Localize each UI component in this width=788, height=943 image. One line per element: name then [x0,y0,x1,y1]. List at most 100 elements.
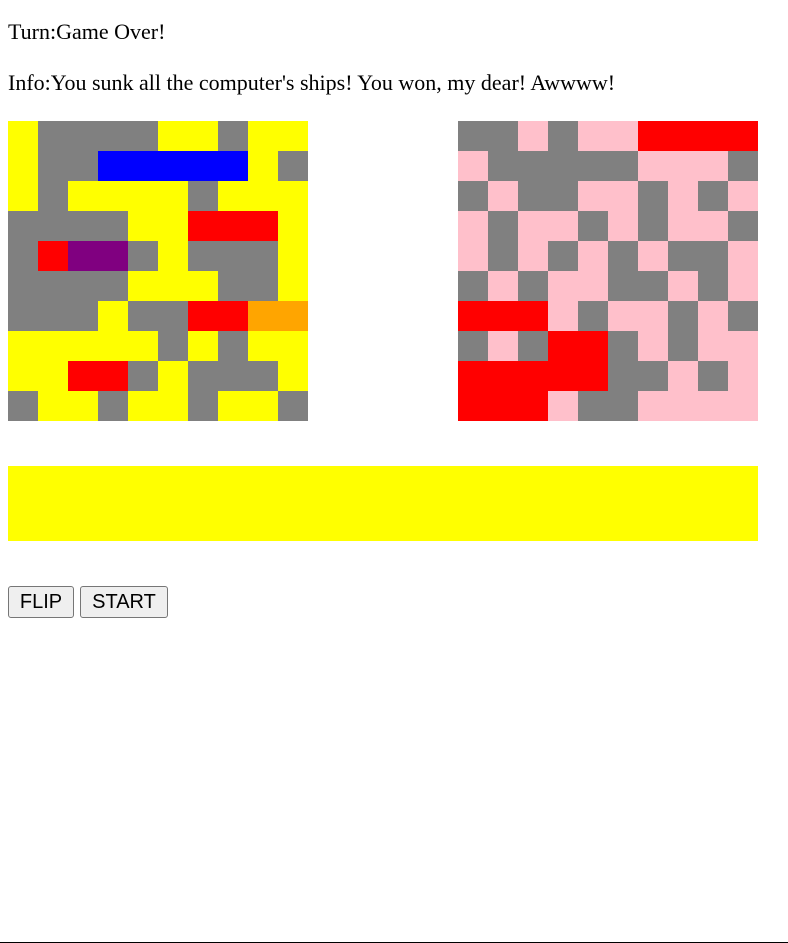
computer-board-cell[interactable] [518,181,548,211]
computer-board-cell[interactable] [698,151,728,181]
computer-board-cell[interactable] [668,121,698,151]
computer-board-cell[interactable] [698,121,728,151]
computer-board-cell[interactable] [608,391,638,421]
computer-board-cell[interactable] [548,361,578,391]
computer-board-cell[interactable] [608,361,638,391]
computer-board-cell[interactable] [518,151,548,181]
computer-board-cell[interactable] [638,391,668,421]
computer-board-cell[interactable] [488,151,518,181]
computer-board-cell[interactable] [578,121,608,151]
computer-board-cell[interactable] [488,361,518,391]
computer-board-cell[interactable] [458,301,488,331]
computer-board-cell[interactable] [548,331,578,361]
computer-board-cell[interactable] [488,391,518,421]
computer-board-cell[interactable] [578,151,608,181]
computer-board-cell[interactable] [638,301,668,331]
computer-board-cell[interactable] [548,271,578,301]
computer-board-cell[interactable] [698,391,728,421]
computer-board-cell[interactable] [548,121,578,151]
computer-board-cell[interactable] [548,241,578,271]
computer-board-cell[interactable] [608,271,638,301]
computer-board-cell[interactable] [698,211,728,241]
computer-board-cell[interactable] [518,301,548,331]
computer-board-cell[interactable] [488,181,518,211]
computer-board-cell[interactable] [548,181,578,211]
computer-board-cell[interactable] [728,241,758,271]
computer-board-cell[interactable] [578,361,608,391]
computer-board-cell[interactable] [488,271,518,301]
computer-board-cell[interactable] [548,211,578,241]
computer-board-cell[interactable] [728,361,758,391]
computer-board-cell[interactable] [728,181,758,211]
computer-board-cell[interactable] [608,211,638,241]
computer-board-cell[interactable] [698,181,728,211]
computer-board-cell[interactable] [488,301,518,331]
computer-board-cell[interactable] [698,361,728,391]
computer-board-cell[interactable] [458,211,488,241]
computer-board-cell[interactable] [578,271,608,301]
computer-board-cell[interactable] [668,271,698,301]
computer-board-cell[interactable] [458,331,488,361]
computer-board-cell[interactable] [578,391,608,421]
computer-board-cell[interactable] [638,181,668,211]
computer-board-cell[interactable] [578,241,608,271]
computer-board-cell[interactable] [728,331,758,361]
computer-board-cell[interactable] [668,331,698,361]
computer-board-cell[interactable] [548,391,578,421]
computer-board-cell[interactable] [518,211,548,241]
computer-board-cell[interactable] [578,331,608,361]
computer-board-cell[interactable] [578,181,608,211]
computer-board-cell[interactable] [638,121,668,151]
computer-board-cell[interactable] [668,361,698,391]
computer-board-cell[interactable] [638,211,668,241]
start-button[interactable]: START [80,586,168,618]
computer-board-cell[interactable] [638,151,668,181]
computer-board-cell[interactable] [608,121,638,151]
computer-board-cell[interactable] [698,241,728,271]
computer-board-cell[interactable] [458,121,488,151]
computer-board-cell[interactable] [458,151,488,181]
computer-board-cell[interactable] [638,361,668,391]
computer-board-cell[interactable] [698,301,728,331]
computer-board-cell[interactable] [518,121,548,151]
computer-board-cell[interactable] [518,271,548,301]
computer-board-cell[interactable] [638,271,668,301]
computer-board-cell[interactable] [548,151,578,181]
flip-button[interactable]: FLIP [8,586,74,618]
computer-board-cell[interactable] [668,181,698,211]
computer-board-cell[interactable] [638,331,668,361]
computer-board-cell[interactable] [728,301,758,331]
computer-board-cell[interactable] [488,241,518,271]
computer-board-cell[interactable] [698,331,728,361]
computer-board-cell[interactable] [518,391,548,421]
computer-board-cell[interactable] [698,271,728,301]
computer-board-cell[interactable] [608,181,638,211]
computer-board-cell[interactable] [728,121,758,151]
computer-board-cell[interactable] [458,181,488,211]
computer-board-cell[interactable] [458,361,488,391]
computer-board-cell[interactable] [608,331,638,361]
computer-board-cell[interactable] [518,331,548,361]
computer-board-cell[interactable] [728,151,758,181]
computer-board-cell[interactable] [458,271,488,301]
computer-board-cell[interactable] [668,301,698,331]
computer-board-cell[interactable] [488,121,518,151]
computer-board-cell[interactable] [728,391,758,421]
computer-board-cell[interactable] [668,211,698,241]
computer-board-cell[interactable] [458,391,488,421]
computer-board-cell[interactable] [578,211,608,241]
computer-board-cell[interactable] [458,241,488,271]
computer-board-cell[interactable] [668,241,698,271]
computer-board-cell[interactable] [548,301,578,331]
computer-board-cell[interactable] [728,211,758,241]
computer-board-cell[interactable] [488,211,518,241]
computer-board-cell[interactable] [638,241,668,271]
computer-board-cell[interactable] [668,391,698,421]
computer-board-cell[interactable] [488,331,518,361]
computer-board-cell[interactable] [518,241,548,271]
computer-board-cell[interactable] [608,241,638,271]
computer-board-cell[interactable] [668,151,698,181]
computer-board-cell[interactable] [578,301,608,331]
computer-board-cell[interactable] [728,271,758,301]
computer-board-cell[interactable] [518,361,548,391]
